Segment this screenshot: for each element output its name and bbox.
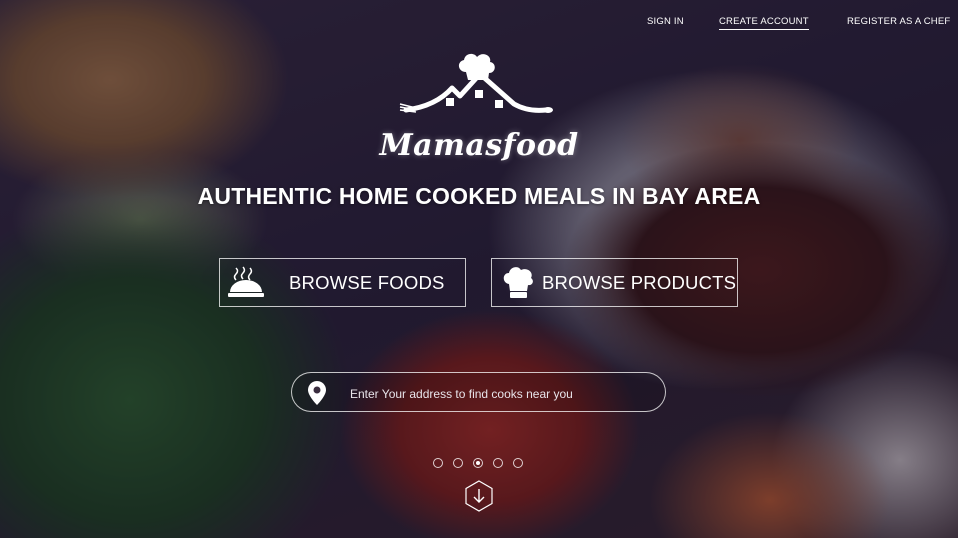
browse-products-button[interactable]: BROWSE PRODUCTS xyxy=(491,258,738,307)
carousel-dot-5[interactable] xyxy=(513,458,523,468)
register-chef-link[interactable]: REGISTER AS A CHEF xyxy=(847,16,950,27)
sign-in-link[interactable]: SIGN IN xyxy=(647,16,684,27)
chef-hat-icon xyxy=(492,258,544,307)
carousel-dot-4[interactable] xyxy=(493,458,503,468)
serving-cloche-icon xyxy=(220,258,272,307)
hero-tagline: AUTHENTIC HOME COOKED MEALS IN BAY AREA xyxy=(197,183,761,209)
carousel-dot-2[interactable] xyxy=(453,458,463,468)
address-input[interactable] xyxy=(348,382,652,406)
carousel-dot-3[interactable] xyxy=(473,458,483,468)
location-pin-icon xyxy=(308,381,326,410)
create-account-link[interactable]: CREATE ACCOUNT xyxy=(719,16,809,30)
browse-products-label: BROWSE PRODUCTS xyxy=(542,271,737,293)
browse-foods-button[interactable]: BROWSE FOODS xyxy=(219,258,466,307)
browse-foods-label: BROWSE FOODS xyxy=(289,271,445,293)
top-nav: SIGN IN CREATE ACCOUNT REGISTER AS A CHE… xyxy=(0,16,958,36)
chef-hat-house-icon[interactable] xyxy=(396,52,556,127)
carousel-dot-1[interactable] xyxy=(433,458,443,468)
address-search[interactable] xyxy=(291,372,666,412)
scroll-down-arrow-icon[interactable] xyxy=(465,480,493,512)
brand-name[interactable]: Mamasfood xyxy=(0,128,958,163)
